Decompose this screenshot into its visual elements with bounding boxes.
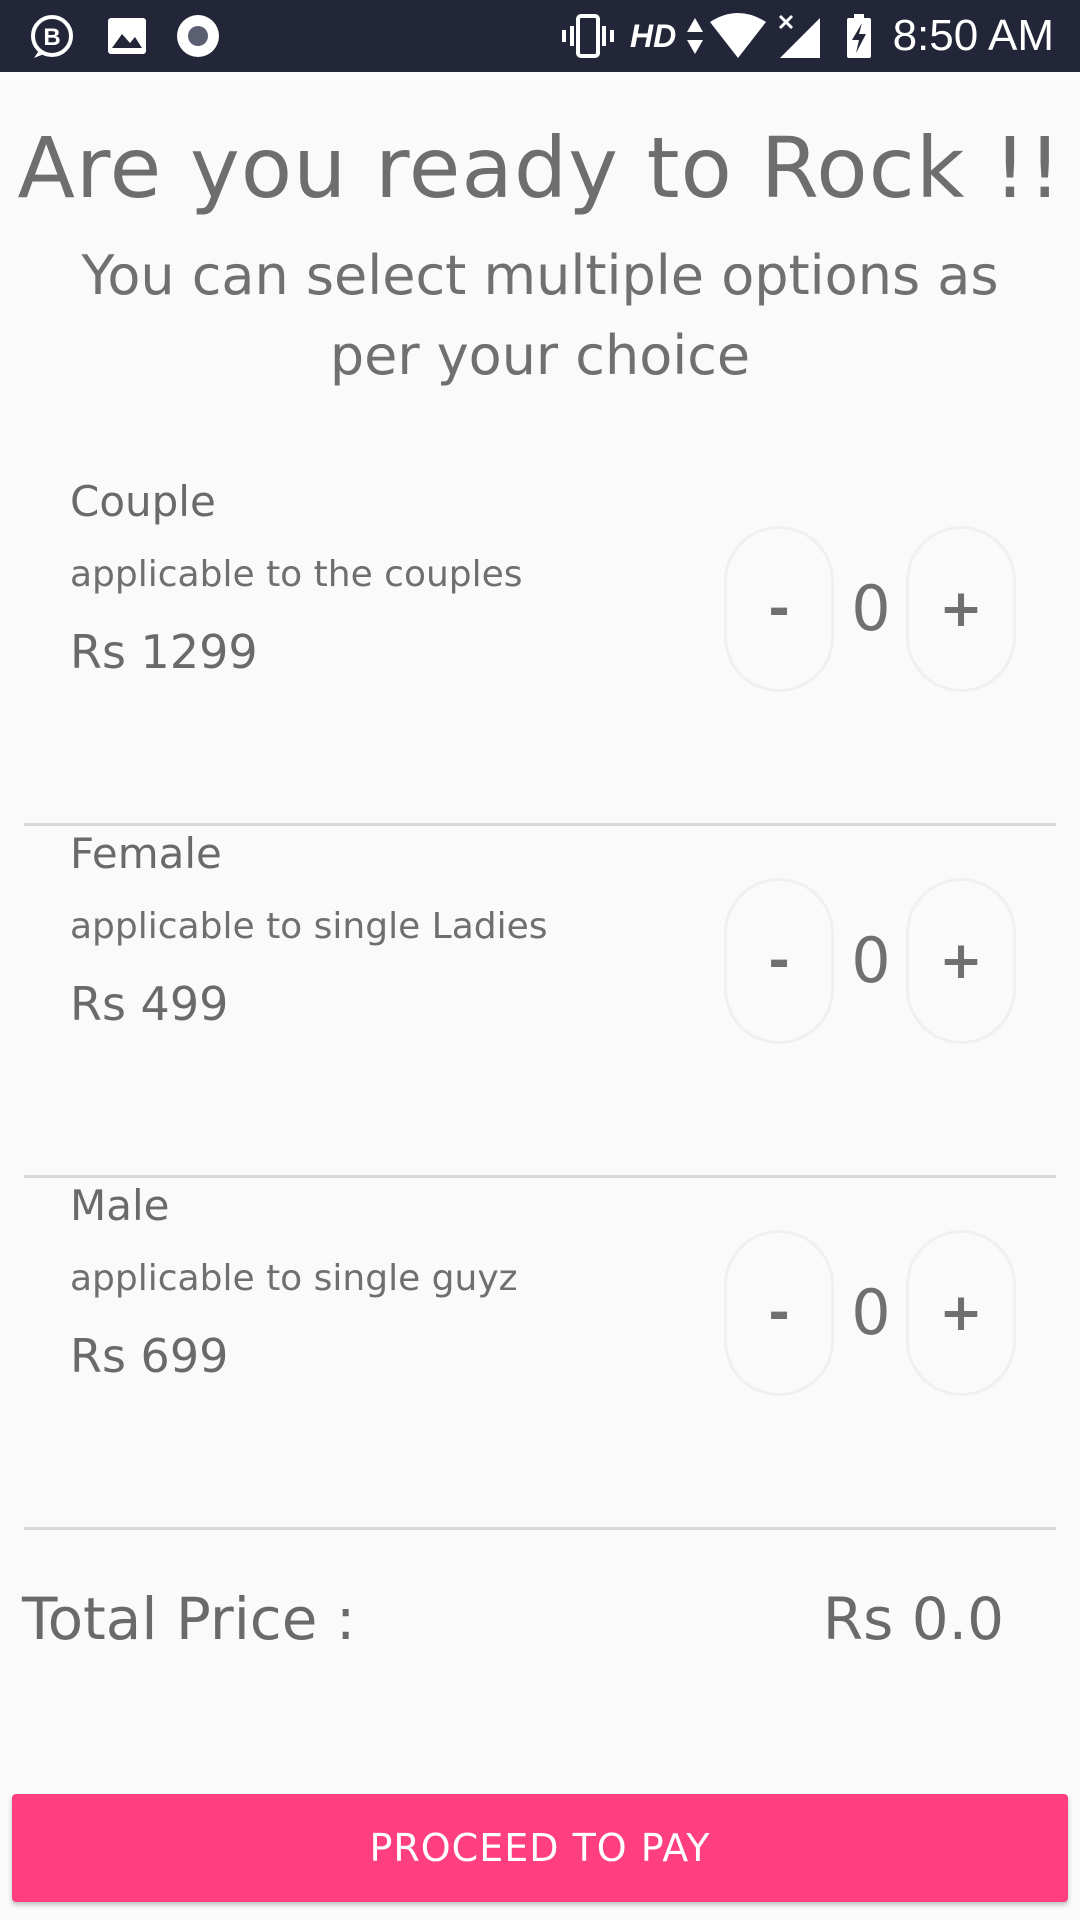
decrement-button[interactable]: -: [724, 1230, 834, 1396]
increment-button[interactable]: +: [906, 878, 1016, 1044]
increment-button[interactable]: +: [906, 526, 1016, 692]
quantity-value: 0: [851, 1276, 891, 1349]
status-bar: B HD 8:50 AM: [0, 0, 1080, 72]
page-subtitle: You can select multiple options as per y…: [81, 244, 999, 387]
total-price-value: Rs 0.0: [822, 1585, 1004, 1653]
ticket-name: Female: [70, 829, 222, 878]
battery-charging-icon: [847, 14, 871, 58]
total-price-label: Total Price :: [22, 1585, 356, 1653]
ticket-name: Couple: [70, 477, 216, 526]
proceed-to-pay-button[interactable]: PROCEED TO PAY: [12, 1794, 1068, 1902]
ticket-row-female: Female applicable to single Ladies Rs 49…: [24, 826, 1056, 1178]
decrement-button[interactable]: -: [724, 878, 834, 1044]
signal-icon: [778, 14, 820, 58]
quantity-value: 0: [851, 572, 891, 645]
increment-button[interactable]: +: [906, 1230, 1016, 1396]
data-arrows-icon: [687, 18, 703, 54]
gallery-icon: [108, 18, 146, 54]
divider: [24, 1527, 1056, 1530]
svg-text:B: B: [43, 24, 60, 51]
ticket-row-male: Male applicable to single guyz Rs 699 - …: [24, 1178, 1056, 1530]
record-icon: [177, 15, 219, 57]
vibrate-icon: [562, 14, 614, 58]
ticket-price: Rs 699: [70, 1329, 229, 1383]
ticket-description: applicable to single guyz: [70, 1258, 518, 1299]
ticket-description: applicable to the couples: [70, 554, 523, 595]
quantity-value: 0: [851, 924, 891, 997]
decrement-button[interactable]: -: [724, 526, 834, 692]
ticket-price: Rs 499: [70, 977, 229, 1031]
ticket-row-couple: Couple applicable to the couples Rs 1299…: [24, 474, 1056, 826]
page-title: Are you ready to Rock !!: [17, 119, 1063, 217]
ticket-name: Male: [70, 1181, 170, 1230]
ticket-description: applicable to single Ladies: [70, 906, 548, 947]
status-time: 8:50 AM: [892, 11, 1054, 60]
business-app-icon: B: [31, 15, 73, 58]
wifi-icon: [710, 13, 766, 58]
network-type-label: HD: [630, 18, 677, 54]
ticket-price: Rs 1299: [70, 625, 258, 679]
